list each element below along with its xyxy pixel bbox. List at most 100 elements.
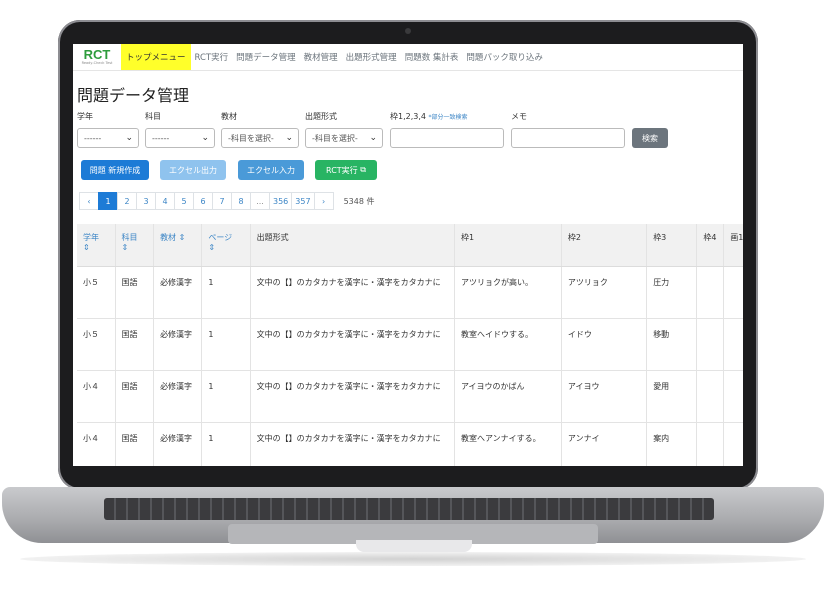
table-row[interactable]: 小５ 国語 必修漢字 1 文中の【】のカタカナを漢字に・漢字をカタカナに アツリ… bbox=[77, 266, 743, 319]
material-select-value: -科目を選択- bbox=[228, 133, 274, 143]
cell-material: 必修漢字 bbox=[153, 370, 203, 423]
cell-material: 必修漢字 bbox=[153, 422, 203, 466]
camera-icon bbox=[405, 28, 411, 34]
frame-label: 枠1,2,3,4 *部分一致検索 bbox=[390, 111, 468, 122]
subject-select-value: ------ bbox=[152, 133, 170, 143]
cell-grade: 小４ bbox=[77, 422, 116, 466]
column-header-format: 出題形式 bbox=[250, 224, 455, 267]
table-header-row: 学年 ⇕ 科目 ⇕ 教材 ⇕ ページ ⇕ 出題形式 枠1 枠2 枠3 枠4 画1 bbox=[77, 224, 743, 267]
column-header-subject[interactable]: 科目 ⇕ bbox=[115, 224, 155, 267]
cell-material: 必修漢字 bbox=[153, 266, 203, 319]
table-row[interactable]: 小５ 国語 必修漢字 1 文中の【】のカタカナを漢字に・漢字をカタカナに 教室へ… bbox=[77, 318, 743, 371]
logo-text: RCT bbox=[83, 47, 111, 62]
column-header-grade[interactable]: 学年 ⇕ bbox=[77, 224, 116, 267]
cell-page: 1 bbox=[201, 370, 251, 423]
nav-item-materials[interactable]: 教材管理 bbox=[300, 51, 342, 63]
page-1[interactable]: 1 bbox=[98, 192, 118, 210]
page-357[interactable]: 357 bbox=[291, 192, 315, 210]
cell-subject: 国語 bbox=[115, 318, 155, 371]
cell-format: 文中の【】のカタカナを漢字に・漢字をカタカナに bbox=[250, 370, 455, 423]
cell-grade: 小５ bbox=[77, 266, 116, 319]
cell-page: 1 bbox=[201, 318, 251, 371]
memo-input[interactable] bbox=[511, 128, 625, 148]
sort-icon: ⇕ bbox=[208, 243, 216, 252]
cell-page: 1 bbox=[201, 266, 251, 319]
page-ellipsis: ... bbox=[250, 192, 270, 210]
cell-subject: 国語 bbox=[115, 422, 155, 466]
column-header-frame1: 枠1 bbox=[454, 224, 562, 267]
page-4[interactable]: 4 bbox=[155, 192, 175, 210]
search-button[interactable]: 検索 bbox=[632, 128, 668, 148]
column-header-page[interactable]: ページ ⇕ bbox=[201, 224, 251, 267]
format-select[interactable]: -科目を選択- ⌄ bbox=[305, 128, 383, 148]
chevron-down-icon: ⌄ bbox=[201, 133, 209, 143]
page-2[interactable]: 2 bbox=[117, 192, 137, 210]
column-header-image1: 画1 bbox=[723, 224, 743, 267]
memo-label: メモ bbox=[511, 112, 527, 121]
questions-table: 学年 ⇕ 科目 ⇕ 教材 ⇕ ページ ⇕ 出題形式 枠1 枠2 枠3 枠4 画1 小５… bbox=[77, 224, 743, 466]
laptop-notch bbox=[356, 540, 472, 552]
nav-item-rct-run[interactable]: RCT実行 bbox=[191, 51, 233, 63]
page-7[interactable]: 7 bbox=[212, 192, 232, 210]
cell-frame4 bbox=[696, 370, 725, 423]
cell-grade: 小５ bbox=[77, 318, 116, 371]
sort-icon: ⇕ bbox=[178, 233, 186, 242]
cell-frame1: アツリョクが高い。 bbox=[454, 266, 562, 319]
page-prev[interactable]: ‹ bbox=[79, 192, 99, 210]
cell-image1 bbox=[723, 318, 743, 371]
page-6[interactable]: 6 bbox=[193, 192, 213, 210]
sort-icon: ⇕ bbox=[121, 243, 129, 252]
material-select[interactable]: -科目を選択- ⌄ bbox=[221, 128, 299, 148]
cell-subject: 国語 bbox=[115, 370, 155, 423]
cell-material: 必修漢字 bbox=[153, 318, 203, 371]
nav-item-count-summary[interactable]: 問題数 集計表 bbox=[401, 51, 463, 63]
excel-import-button[interactable]: エクセル入力 bbox=[238, 160, 304, 180]
nav-item-formats[interactable]: 出題形式管理 bbox=[342, 51, 401, 63]
table-row[interactable]: 小４ 国語 必修漢字 1 文中の【】のカタカナを漢字に・漢字をカタカナに 教室へ… bbox=[77, 422, 743, 466]
chevron-down-icon: ⌄ bbox=[369, 133, 377, 143]
frame-input[interactable] bbox=[390, 128, 504, 148]
cell-frame4 bbox=[696, 318, 725, 371]
frame-label-text: 枠1,2,3,4 bbox=[390, 112, 426, 121]
nav-item-question-data[interactable]: 問題データ管理 bbox=[232, 51, 300, 63]
laptop-shadow bbox=[20, 552, 806, 566]
cell-format: 文中の【】のカタカナを漢字に・漢字をカタカナに bbox=[250, 422, 455, 466]
app-logo[interactable]: RCT Ready-Check Test bbox=[73, 44, 121, 70]
top-nav: RCT Ready-Check Test トップメニュー RCT実行 問題データ… bbox=[73, 44, 743, 71]
format-label: 出題形式 bbox=[305, 112, 337, 121]
nav-item-pack-import[interactable]: 問題パック取り込み bbox=[462, 51, 547, 63]
chevron-down-icon: ⌄ bbox=[285, 133, 293, 143]
page-8[interactable]: 8 bbox=[231, 192, 251, 210]
sort-icon: ⇕ bbox=[83, 243, 90, 252]
cell-frame3: 圧力 bbox=[646, 266, 698, 319]
nav-item-top-menu[interactable]: トップメニュー bbox=[121, 44, 191, 70]
page-356[interactable]: 356 bbox=[269, 192, 293, 210]
result-count: 5348 件 bbox=[343, 196, 375, 206]
excel-export-button[interactable]: エクセル出力 bbox=[160, 160, 226, 180]
page-3[interactable]: 3 bbox=[136, 192, 156, 210]
cell-frame2: イドウ bbox=[561, 318, 648, 371]
cell-frame1: アイヨウのかばん bbox=[454, 370, 562, 423]
rct-run-label: RCT実行 bbox=[326, 165, 358, 175]
rct-run-button[interactable]: RCT実行 ⧉ bbox=[315, 160, 377, 180]
cell-frame2: アイヨウ bbox=[561, 370, 648, 423]
material-label: 教材 bbox=[221, 112, 237, 121]
cell-format: 文中の【】のカタカナを漢字に・漢字をカタカナに bbox=[250, 266, 455, 319]
cell-grade: 小４ bbox=[77, 370, 116, 423]
column-header-frame4: 枠4 bbox=[696, 224, 725, 267]
cell-image1 bbox=[723, 266, 743, 319]
column-header-frame3: 枠3 bbox=[646, 224, 698, 267]
new-question-button[interactable]: 問題 新規作成 bbox=[81, 160, 149, 180]
cell-frame3: 案内 bbox=[646, 422, 698, 466]
table-row[interactable]: 小４ 国語 必修漢字 1 文中の【】のカタカナを漢字に・漢字をカタカナに アイヨ… bbox=[77, 370, 743, 423]
page-5[interactable]: 5 bbox=[174, 192, 194, 210]
chevron-down-icon: ⌄ bbox=[125, 133, 133, 143]
cell-frame4 bbox=[696, 266, 725, 319]
cell-page: 1 bbox=[201, 422, 251, 466]
subject-select[interactable]: ------ ⌄ bbox=[145, 128, 215, 148]
subject-label: 科目 bbox=[145, 112, 161, 121]
column-header-material[interactable]: 教材 ⇕ bbox=[153, 224, 203, 267]
pagination: ‹ 1 2 3 4 5 6 7 8 ... 356 357 › 5348 件 bbox=[79, 192, 375, 210]
page-next[interactable]: › bbox=[313, 192, 334, 210]
grade-select[interactable]: ------ ⌄ bbox=[77, 128, 139, 148]
